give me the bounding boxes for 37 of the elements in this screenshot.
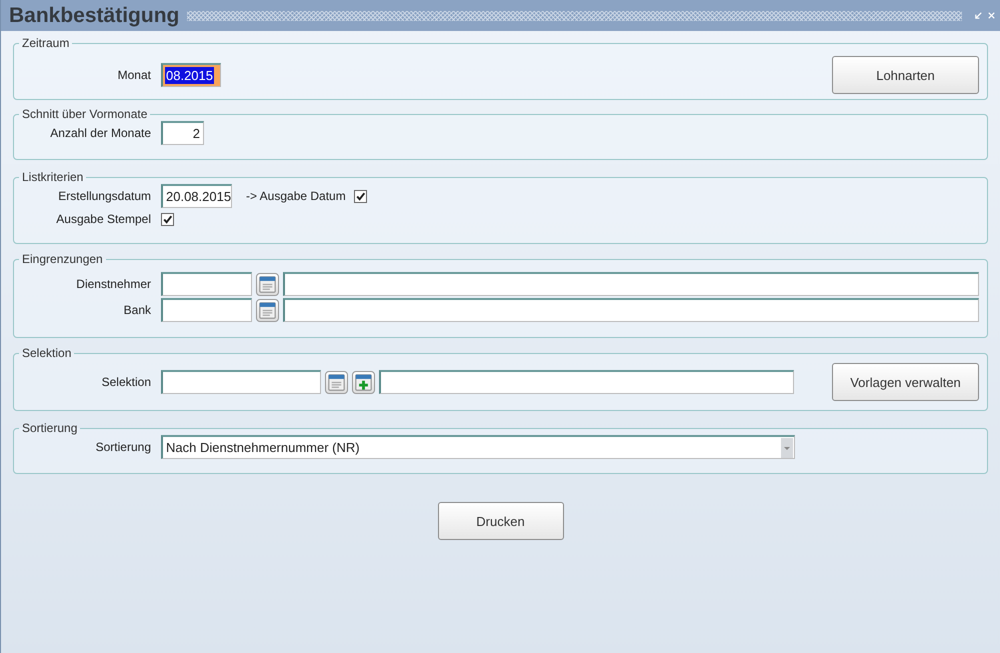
months-field[interactable]: 2 (161, 121, 204, 145)
field-label: Monat (116, 68, 152, 82)
field-label: Sortierung (94, 440, 152, 454)
field-label: Selektion (100, 375, 152, 389)
group-title: Sortierung (21, 421, 78, 435)
description-field[interactable] (379, 370, 794, 394)
checkbox-label: -> Ausgabe Datum (246, 189, 346, 203)
close-icon[interactable] (987, 11, 996, 20)
print-button[interactable]: Drucken (438, 502, 564, 540)
name-field[interactable] (283, 298, 979, 322)
month-field[interactable]: 08.2015 (161, 63, 221, 87)
name-field[interactable] (283, 272, 979, 296)
checkbox[interactable] (354, 190, 367, 202)
list-icon[interactable] (256, 298, 279, 322)
add-icon[interactable] (352, 370, 375, 394)
date-field[interactable]: 20.08.2015 (161, 184, 232, 208)
restore-icon[interactable] (974, 11, 983, 20)
checkbox[interactable] (161, 212, 174, 226)
selection-field[interactable] (161, 370, 321, 394)
manage-templates-button[interactable]: Vorlagen verwalten (832, 363, 979, 401)
sort-dropdown[interactable]: Nach Dienstnehmernummer (NR) (161, 435, 795, 459)
field-label: Erstellungsdatum (57, 189, 152, 203)
group-title: Selektion (21, 346, 72, 360)
group-title: Zeitraum (21, 36, 70, 50)
checkbox-label: Ausgabe Stempel (55, 212, 152, 226)
list-icon[interactable] (256, 272, 279, 296)
field-label: Bank (122, 303, 152, 317)
code-field[interactable] (161, 298, 252, 322)
wage-types-button[interactable]: Lohnarten (832, 56, 979, 94)
code-field[interactable] (161, 272, 252, 296)
list-icon[interactable] (325, 370, 348, 394)
window-title: Bankbestätigung (9, 4, 180, 28)
group-title: Schnitt über Vormonate (21, 107, 148, 121)
field-label: Dienstnehmer (75, 277, 152, 291)
group-title: Eingrenzungen (21, 252, 104, 266)
group-title: Listkriterien (21, 170, 84, 184)
field-label: Anzahl der Monate (49, 126, 152, 140)
